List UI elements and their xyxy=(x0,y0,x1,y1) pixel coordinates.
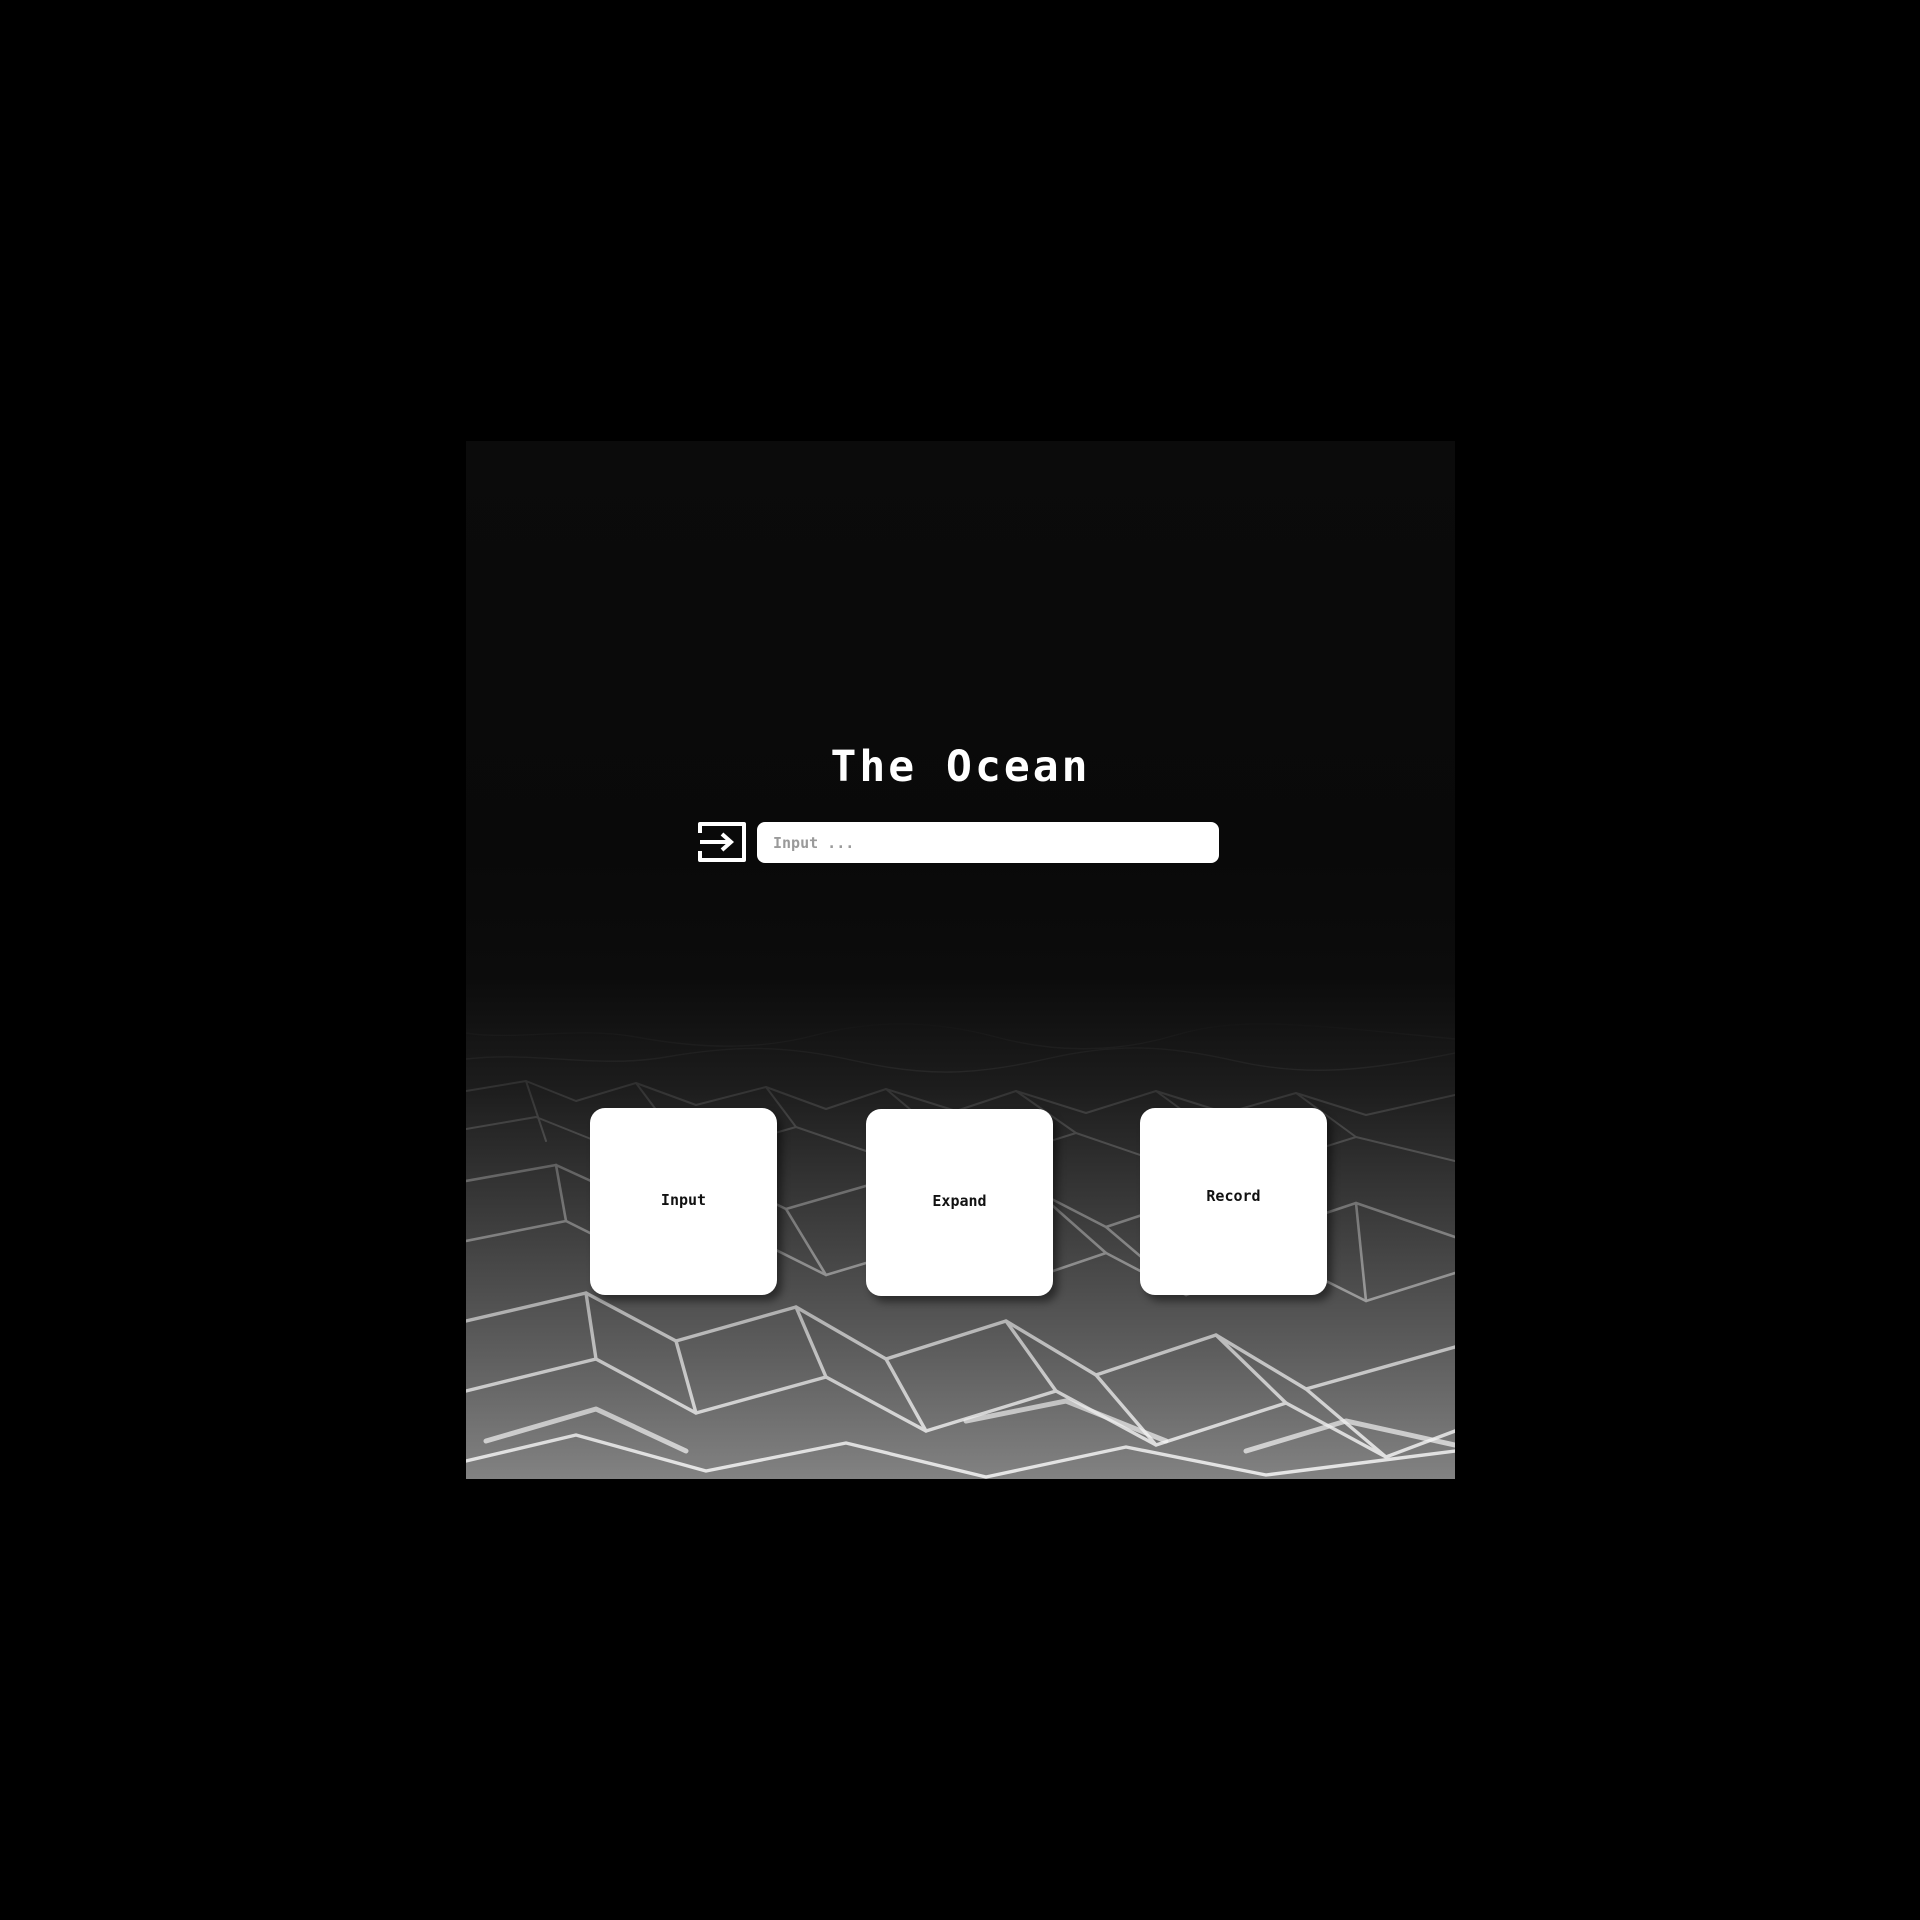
record-card-label: Record xyxy=(1206,1187,1261,1205)
record-card-button[interactable]: Record xyxy=(1140,1108,1327,1295)
search-input[interactable] xyxy=(757,822,1219,863)
input-row xyxy=(696,820,1226,864)
input-card-button[interactable]: Input xyxy=(590,1108,777,1295)
expand-card-label: Expand xyxy=(932,1192,987,1210)
ocean-background-image xyxy=(466,441,1455,1479)
page-background: The Ocean Input Expand Record xyxy=(0,0,1920,1920)
page-title: The Ocean xyxy=(830,742,1091,792)
input-card-label: Input xyxy=(660,1191,707,1209)
app-frame: The Ocean Input Expand Record xyxy=(466,441,1455,1479)
expand-card-button[interactable]: Expand xyxy=(866,1109,1053,1296)
login-icon[interactable] xyxy=(696,820,748,864)
